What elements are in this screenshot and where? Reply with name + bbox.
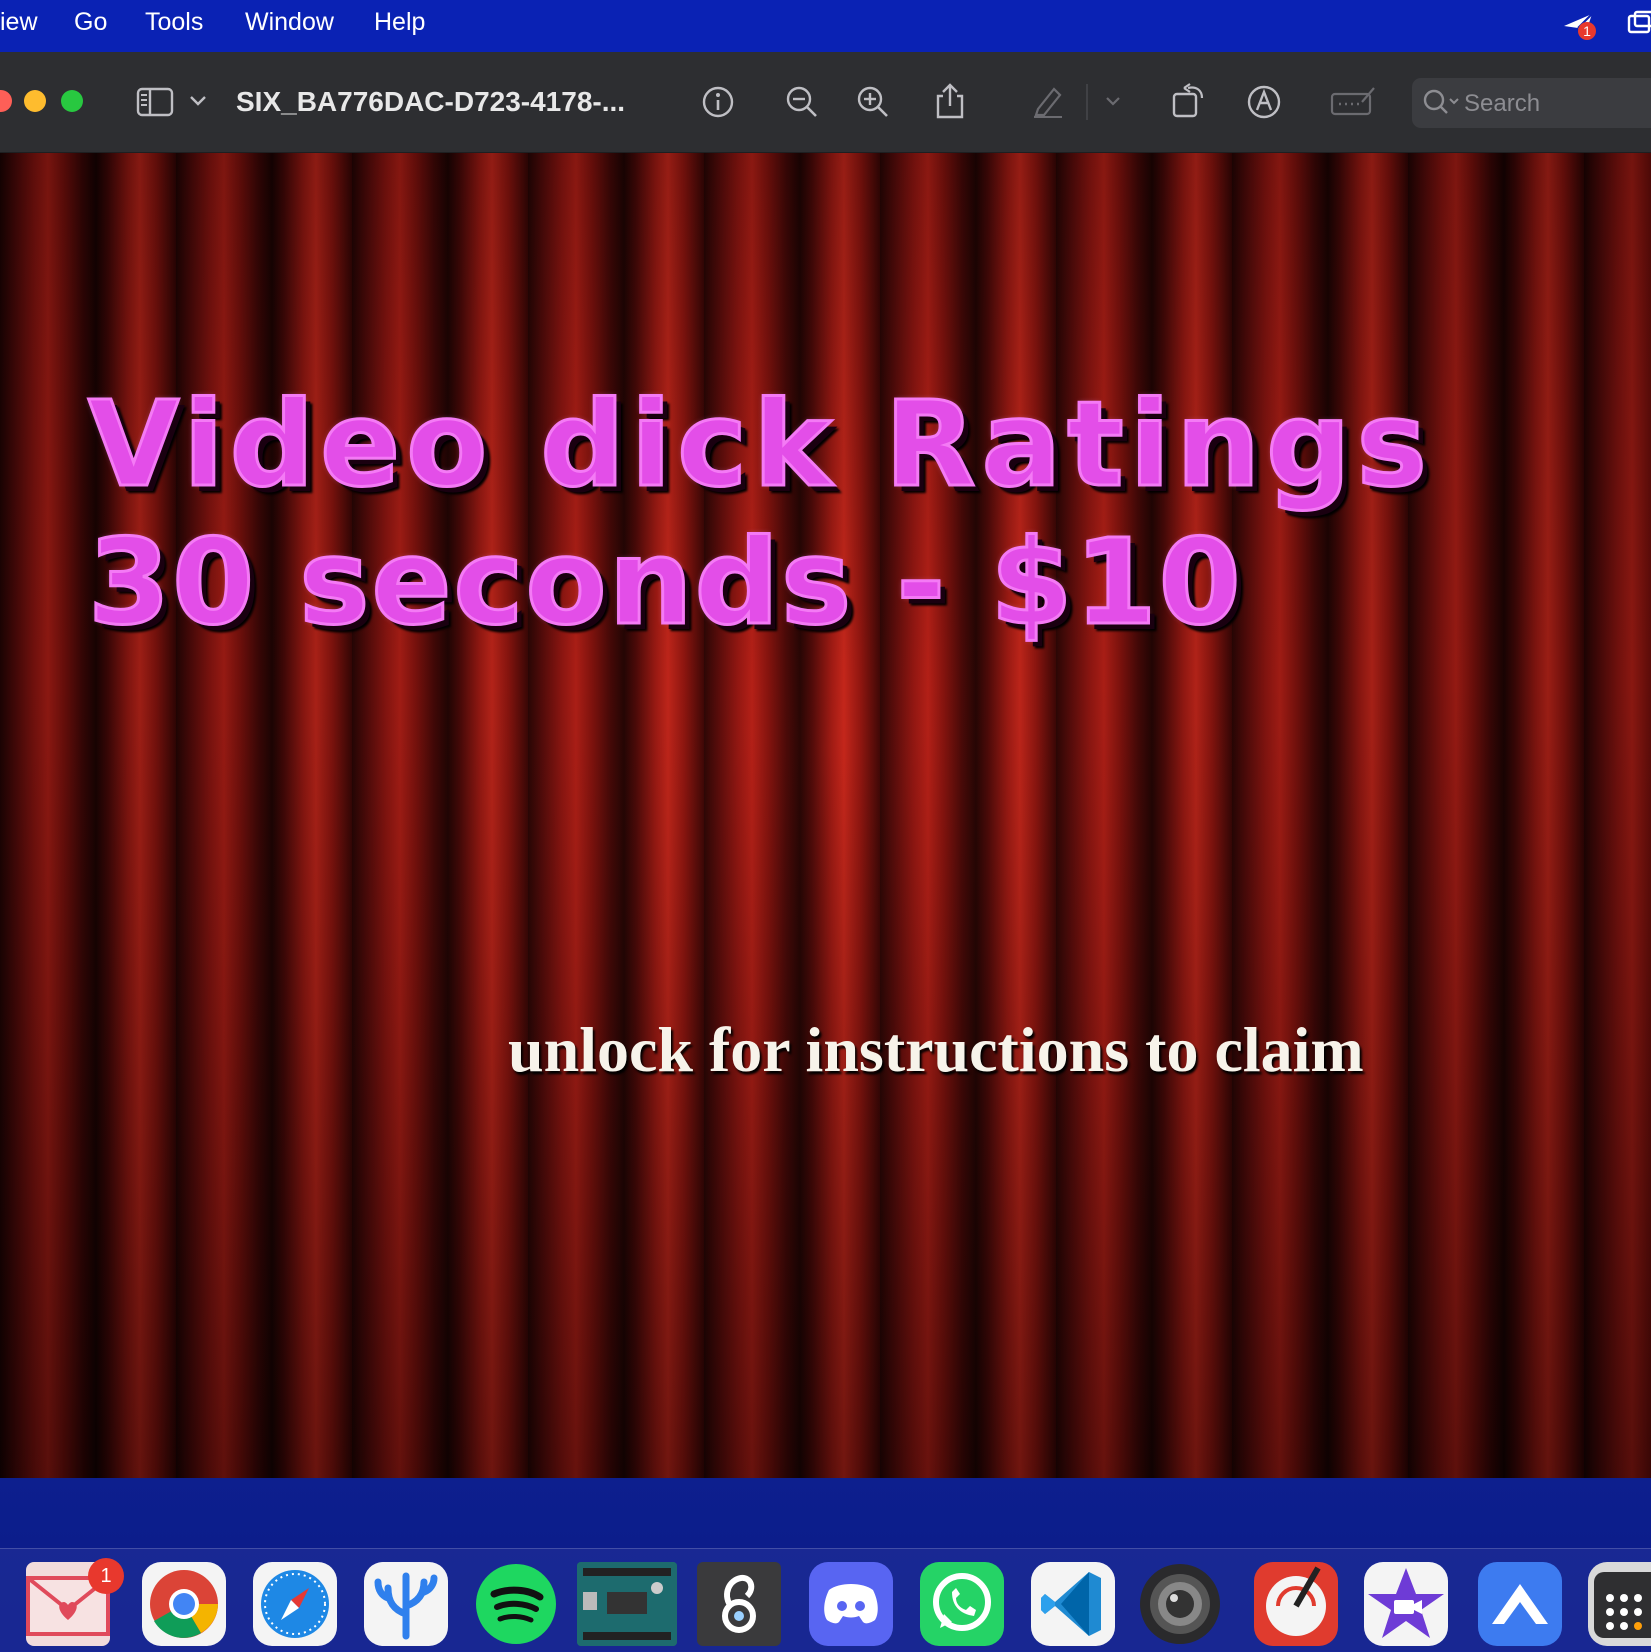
dock-app-pixelmator[interactable] <box>1254 1562 1338 1646</box>
dock-app-chrome[interactable] <box>142 1562 226 1646</box>
dock-app-spotify[interactable] <box>474 1562 558 1646</box>
menu-help[interactable]: Help <box>374 6 425 38</box>
dock-app-vscodium[interactable] <box>364 1562 448 1646</box>
zoom-in-icon[interactable] <box>856 85 890 124</box>
chevron-down-icon[interactable] <box>188 94 208 113</box>
highlight-pen-icon[interactable] <box>1030 83 1066 124</box>
document-canvas: Video dick Ratings 30 seconds - $10 unlo… <box>0 153 1651 1478</box>
chevron-down-icon[interactable] <box>1104 95 1122 113</box>
notification-badge: 1 <box>1578 22 1596 40</box>
dock-app-safari[interactable] <box>253 1562 337 1646</box>
dock-app-camera[interactable] <box>1138 1562 1222 1646</box>
dock-app-arduino[interactable] <box>577 1562 677 1646</box>
headline-line-2: 30 seconds - $10 <box>87 512 1243 653</box>
rotate-icon[interactable] <box>1170 82 1206 125</box>
minimize-window-button[interactable] <box>24 90 46 112</box>
dock-app-whatsapp[interactable] <box>920 1562 1004 1646</box>
dock-app-vscode[interactable] <box>1031 1562 1115 1646</box>
document-title: SIX_BA776DAC-D723-4178-... <box>236 86 626 117</box>
zoom-out-icon[interactable] <box>785 85 819 124</box>
menu-go[interactable]: Go <box>74 6 107 38</box>
screen-mirroring-icon[interactable] <box>1627 10 1651 40</box>
share-icon[interactable] <box>934 82 966 125</box>
curtain-shading <box>0 153 1651 1478</box>
search-field[interactable] <box>1412 78 1651 128</box>
form-filling-icon[interactable] <box>1330 86 1376 123</box>
send-icon[interactable]: 1 <box>1562 10 1596 42</box>
markup-icon[interactable] <box>1246 84 1282 125</box>
menu-bar: iew Go Tools Window Help 1 <box>0 0 1651 52</box>
mail-badge: 1 <box>88 1558 124 1594</box>
search-icon <box>1423 89 1459 114</box>
dock-app-vpn[interactable] <box>1478 1562 1562 1646</box>
toolbar-divider <box>1086 84 1088 120</box>
zoom-window-button[interactable] <box>61 90 83 112</box>
caption-text: unlock for instructions to claim <box>508 1014 1364 1085</box>
menu-tools[interactable]: Tools <box>145 6 203 38</box>
info-icon[interactable] <box>701 85 735 124</box>
menu-window[interactable]: Window <box>245 6 334 38</box>
menu-view[interactable]: iew <box>0 6 38 38</box>
search-input[interactable] <box>1462 86 1646 122</box>
dock-app-imovie[interactable] <box>1364 1562 1448 1646</box>
dock-app-ollama[interactable] <box>697 1562 781 1646</box>
headline-line-1: Video dick Ratings <box>87 374 1433 515</box>
sidebar-toggle-icon[interactable] <box>136 86 176 123</box>
dock-app-discord[interactable] <box>809 1562 893 1646</box>
dock-app-calculator[interactable] <box>1588 1562 1651 1646</box>
